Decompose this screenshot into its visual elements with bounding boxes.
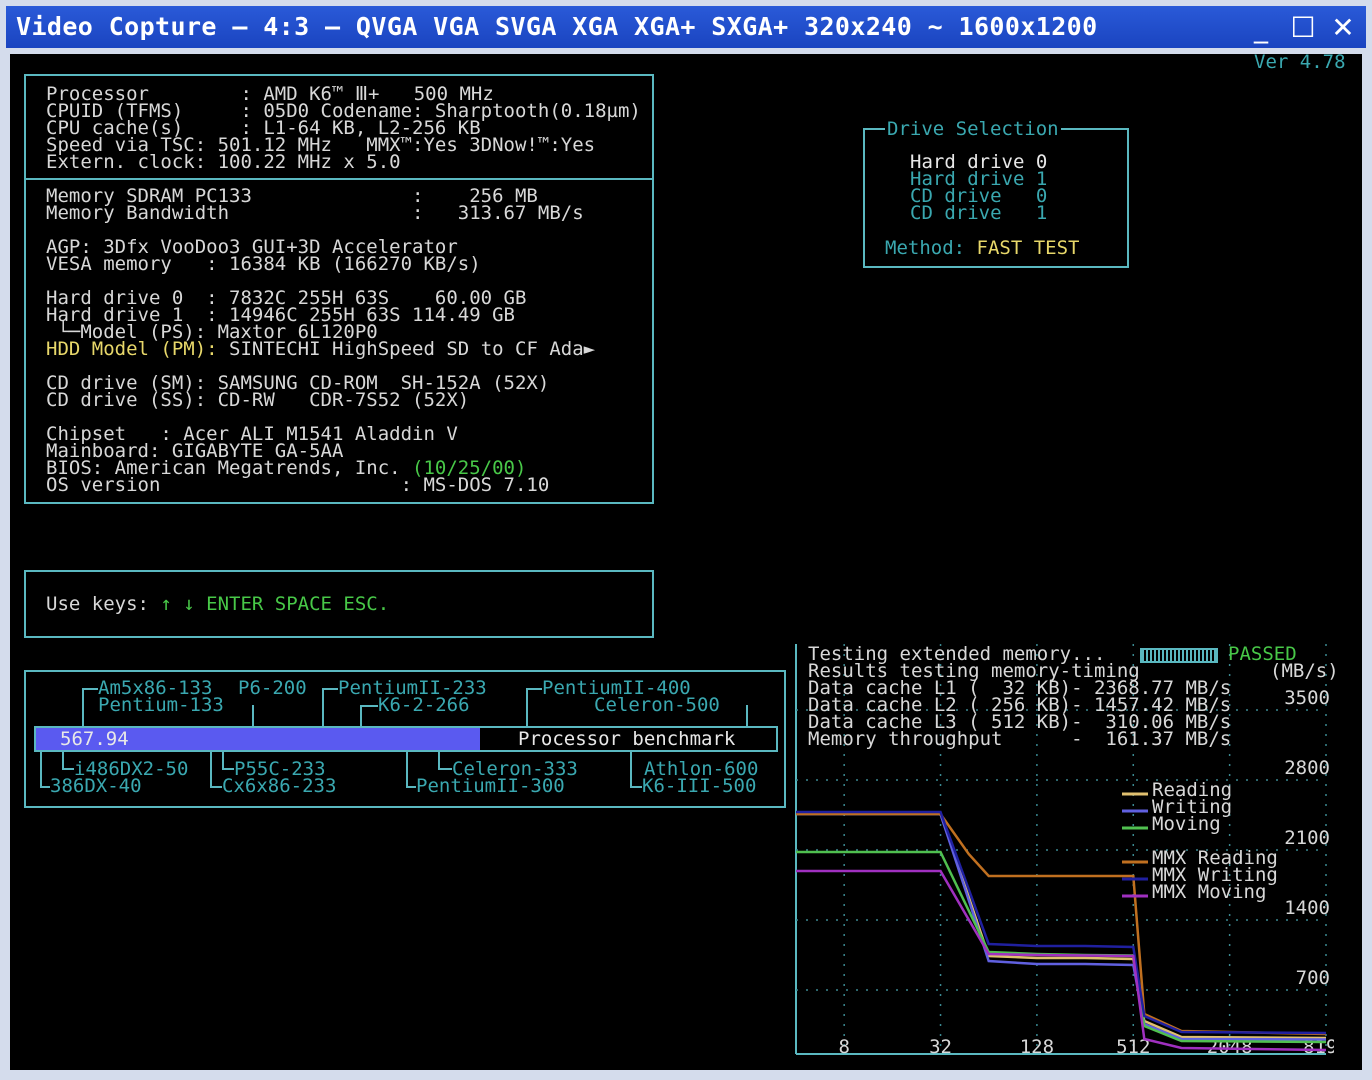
benchmark-label: Processor benchmark: [518, 728, 736, 750]
minimize-button[interactable]: _: [1244, 12, 1278, 44]
video-capture-window: Video Copture – 4:3 – QVGA VGA SVGA XGA …: [0, 0, 1372, 1080]
scale-tick: [222, 768, 234, 770]
cpu-line-4: Extern. clock: 100.22 MHz x 5.0: [46, 151, 401, 173]
memtest-row: Memory throughput - 161.37 MB/s: [808, 728, 1232, 750]
scale-tick: [40, 786, 50, 788]
hdd-pm-line: HDD Model (PM): SINTECHI HighSpeed SD to…: [46, 338, 596, 360]
scale-tick: [40, 752, 42, 788]
memtest-progress-bar: [1140, 648, 1218, 663]
dos-screen: Ver 4.78 Processor : AMD K6™ Ⅲ+ 500 MHz …: [10, 54, 1362, 1070]
bench-bottom-label: K6-III-500: [642, 775, 757, 797]
bench-top-label: Pentium-133: [98, 694, 224, 716]
drive-selection-title: Drive Selection: [885, 118, 1061, 140]
keys-label: Use keys:: [46, 593, 161, 615]
x-tick-label: 32: [929, 1036, 952, 1058]
bench-bottom-label: Cx6x86-233: [222, 775, 337, 797]
scale-tick: [210, 786, 222, 788]
keys-line: Use keys: ↑ ↓ ENTER SPACE ESC.: [46, 593, 390, 615]
y-tick-label: 3500: [1284, 687, 1330, 709]
method-label: Method:: [885, 237, 977, 259]
window-title: Video Copture – 4:3 – QVGA VGA SVGA XGA …: [16, 12, 1098, 41]
x-tick-label: 8: [838, 1036, 849, 1058]
agp-line-1: VESA memory : 16384 KB (166270 KB/s): [46, 253, 481, 275]
title-bar[interactable]: Video Copture – 4:3 – QVGA VGA SVGA XGA …: [6, 6, 1366, 48]
scale-tick: [406, 752, 408, 788]
scale-tick: [526, 688, 542, 690]
mem-line-1: Memory Bandwidth : 313.67 MB/s: [46, 202, 584, 224]
memtest-unit: (MB/s): [1270, 660, 1339, 682]
scale-tick: [438, 768, 452, 770]
scale-tick: [360, 705, 362, 728]
scale-tick: [360, 705, 378, 707]
separator: [26, 178, 652, 180]
bench-top-label: K6-2-266: [378, 694, 470, 716]
scale-tick: [82, 688, 98, 690]
maximize-button[interactable]: ☐: [1286, 12, 1320, 44]
scale-tick: [62, 768, 74, 770]
hdd-pm-value: SINTECHI HighSpeed SD to CF Ada►: [217, 338, 596, 360]
keys-panel: Use keys: ↑ ↓ ENTER SPACE ESC.: [24, 570, 654, 638]
scale-tick: [82, 688, 84, 728]
scale-tick: [406, 786, 416, 788]
legend-label: Moving: [1152, 813, 1221, 835]
benchmark-score: 567.94: [60, 728, 129, 750]
method-value[interactable]: FAST TEST: [977, 237, 1080, 259]
scale-tick: [630, 786, 642, 788]
series-line: [796, 810, 1327, 1035]
benchmark-label-a: Processor: [518, 728, 621, 750]
benchmark-panel: Am5x86-133 P6-200 PentiumII-233 PentiumI…: [24, 670, 786, 808]
bench-top-label: Celeron-500: [594, 694, 720, 716]
bench-bottom-label: 386DX-40: [50, 775, 142, 797]
x-tick-label: 128: [1020, 1036, 1054, 1058]
cd-line-1: CD drive (SS): CD-RW CDR-7S52 (52X): [46, 389, 470, 411]
bench-bottom-label: PentiumII-300: [416, 775, 565, 797]
y-tick-label: 1400: [1284, 897, 1330, 919]
scale-tick: [322, 688, 324, 728]
benchmark-label-b: benchmark: [620, 728, 736, 750]
method-line: Method: FAST TEST: [885, 237, 1080, 259]
system-info-panel: Processor : AMD K6™ Ⅲ+ 500 MHz CPUID (TF…: [24, 74, 654, 504]
y-tick-label: 700: [1296, 967, 1330, 989]
drive-selection-panel: Drive Selection Hard drive 0 Hard drive …: [863, 120, 1129, 268]
bench-top-label: P6-200: [238, 677, 307, 699]
drive-item-cd1[interactable]: CD drive 1: [910, 204, 1047, 223]
y-tick-label: 2800: [1284, 757, 1330, 779]
scale-tick: [252, 705, 254, 728]
version-label: Ver 4.78: [1254, 54, 1346, 73]
benchmark-bar: 567.94 Processor benchmark: [34, 726, 778, 752]
os-line: OS version : MS-DOS 7.10: [46, 474, 550, 496]
scale-tick: [210, 752, 212, 788]
scale-tick: [322, 688, 338, 690]
scale-tick: [630, 752, 632, 788]
y-tick-label: 2100: [1284, 827, 1330, 849]
scale-tick: [526, 688, 528, 728]
keys-list: ↑ ↓ ENTER SPACE ESC.: [160, 593, 390, 615]
legend-label: MMX Moving: [1152, 881, 1267, 903]
scale-tick: [746, 705, 748, 728]
hdd-pm-label: HDD Model (PM):: [46, 338, 218, 360]
close-button[interactable]: ✕: [1326, 12, 1360, 44]
